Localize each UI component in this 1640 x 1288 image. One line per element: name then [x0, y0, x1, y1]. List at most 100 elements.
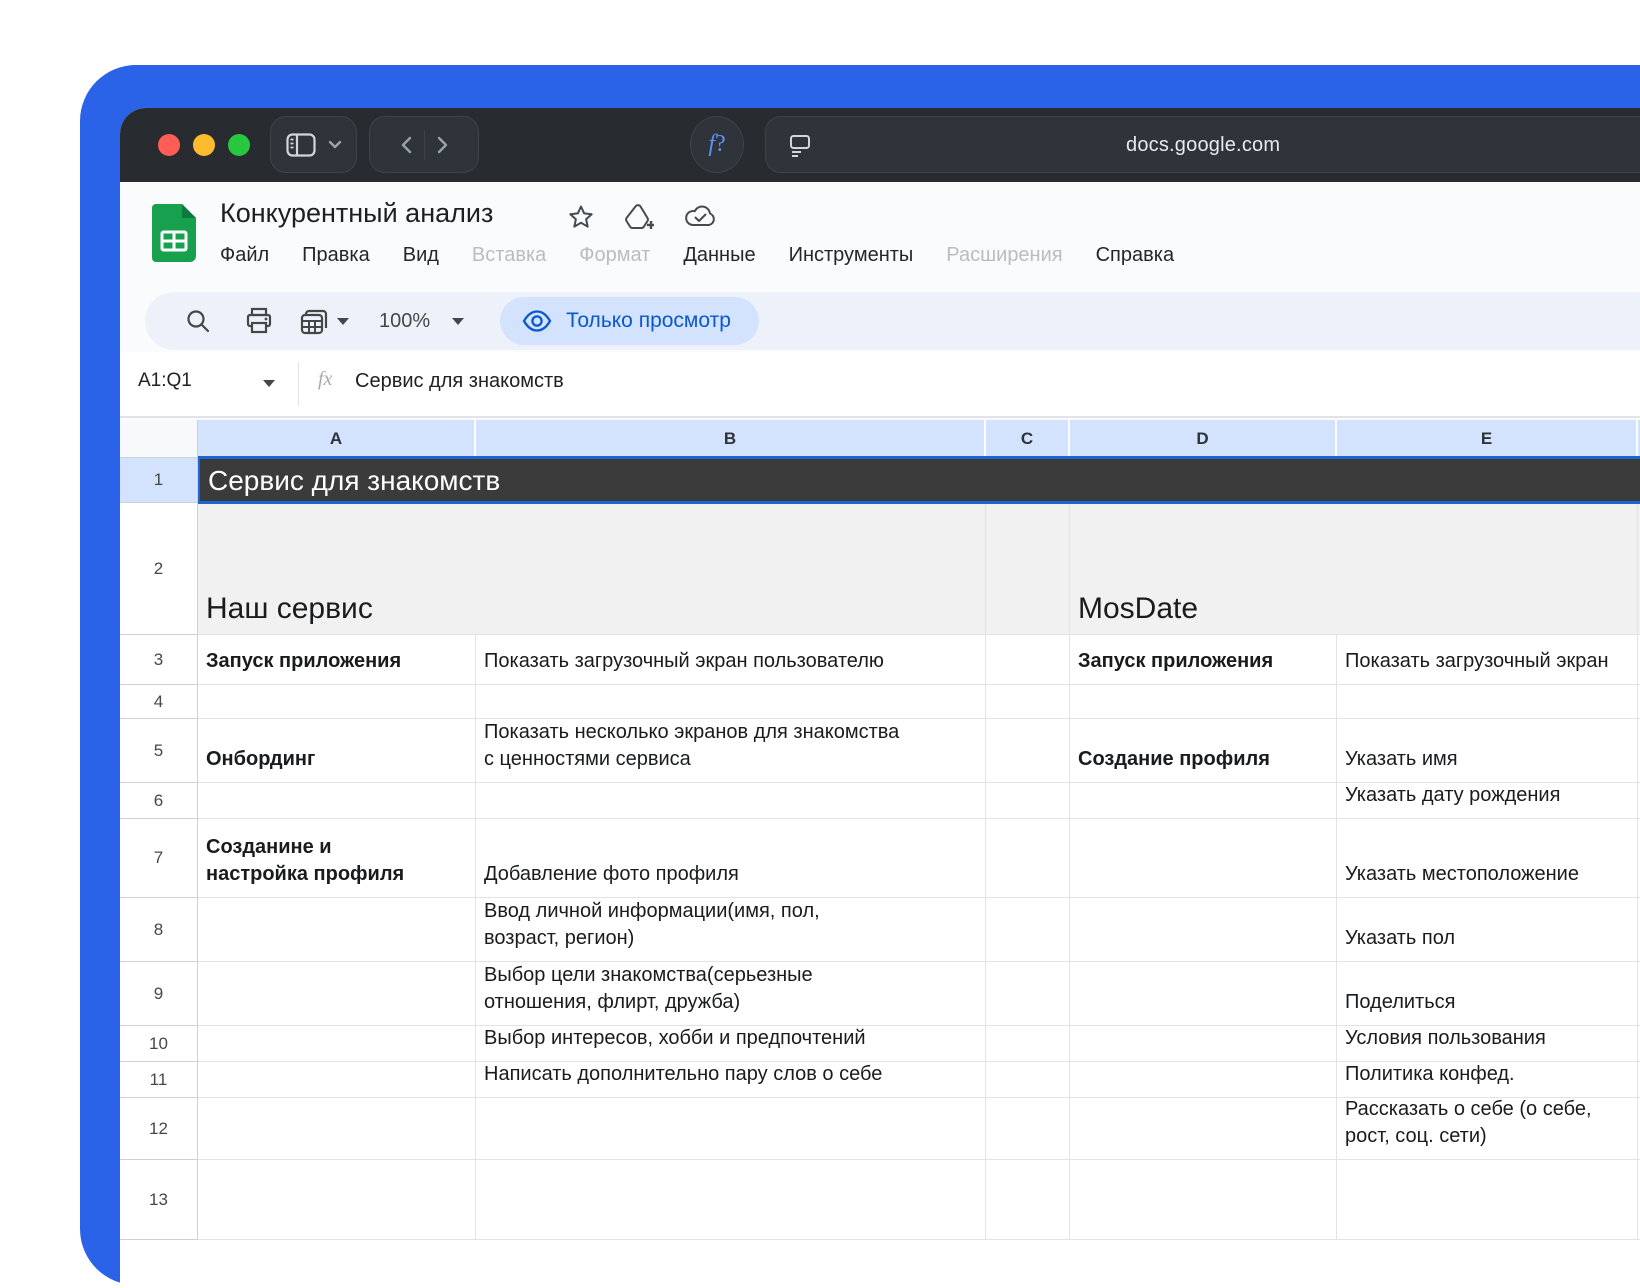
cell-e6[interactable]: Указать дату рождения: [1337, 783, 1638, 819]
cell-a13[interactable]: [198, 1160, 476, 1240]
cell-b3[interactable]: Показать загрузочный экран пользователю: [476, 635, 986, 685]
menu-tools[interactable]: Инструменты: [789, 244, 914, 267]
cell-e3[interactable]: Показать загрузочный экран: [1337, 635, 1638, 685]
sheets-logo-icon[interactable]: [152, 204, 196, 262]
cell-a12[interactable]: [198, 1098, 476, 1160]
cell-c13[interactable]: [986, 1160, 1070, 1240]
cell-b13[interactable]: [476, 1160, 986, 1240]
row-header-12[interactable]: 12: [120, 1098, 198, 1160]
cell-b6[interactable]: [476, 783, 986, 819]
cell-d11[interactable]: [1070, 1062, 1337, 1098]
cell-e8[interactable]: Указать пол: [1337, 898, 1638, 962]
forward-button[interactable]: [437, 136, 449, 154]
cell-b11[interactable]: Написать дополнительно пару слов о себе: [476, 1062, 986, 1098]
cell-a6[interactable]: [198, 783, 476, 819]
cell-c2[interactable]: [986, 503, 1070, 635]
view-only-button[interactable]: Только просмотр: [500, 297, 759, 345]
name-box-caret-icon[interactable]: [263, 380, 275, 387]
cell-e7[interactable]: Указать местоположение: [1337, 819, 1638, 898]
row-header-9[interactable]: 9: [120, 962, 198, 1026]
cell-c6[interactable]: [986, 783, 1070, 819]
paint-format-icon[interactable]: [299, 306, 329, 336]
cell-e13[interactable]: [1337, 1160, 1638, 1240]
cell-c3[interactable]: [986, 635, 1070, 685]
move-to-drive-icon[interactable]: [624, 204, 654, 231]
row-header-10[interactable]: 10: [120, 1026, 198, 1062]
sidebar-toggle-button[interactable]: [270, 116, 357, 173]
column-header-e[interactable]: E: [1337, 420, 1638, 458]
paint-format-caret-icon[interactable]: [337, 317, 349, 325]
cell-d8[interactable]: [1070, 898, 1337, 962]
row-header-13[interactable]: 13: [120, 1160, 198, 1240]
search-icon[interactable]: [185, 308, 211, 334]
cell-a4[interactable]: [198, 685, 476, 719]
select-all-corner[interactable]: [120, 420, 198, 458]
cell-d10[interactable]: [1070, 1026, 1337, 1062]
reader-icon[interactable]: [788, 133, 812, 157]
cell-b12[interactable]: [476, 1098, 986, 1160]
cell-a7[interactable]: Созданине и настройка профиля: [198, 819, 476, 898]
cell-d12[interactable]: [1070, 1098, 1337, 1160]
formula-bar-value[interactable]: Сервис для знакомств: [355, 370, 564, 393]
cell-e4[interactable]: [1337, 685, 1638, 719]
cell-b5[interactable]: Показать несколько экранов для знакомств…: [476, 719, 986, 783]
cell-a1-title[interactable]: Сервис для знакомств: [198, 458, 1640, 503]
row-header-6[interactable]: 6: [120, 783, 198, 819]
zoom-level[interactable]: 100%: [379, 310, 430, 333]
cell-c4[interactable]: [986, 685, 1070, 719]
cell-d4[interactable]: [1070, 685, 1337, 719]
cell-e11[interactable]: Политика конфед.: [1337, 1062, 1638, 1098]
cell-a3[interactable]: Запуск приложения: [198, 635, 476, 685]
address-bar[interactable]: docs.google.com: [765, 116, 1640, 173]
name-box[interactable]: A1:Q1: [138, 370, 192, 392]
cell-d13[interactable]: [1070, 1160, 1337, 1240]
row-header-3[interactable]: 3: [120, 635, 198, 685]
cell-our-service[interactable]: Наш сервис: [198, 503, 986, 635]
cell-e10[interactable]: Условия пользования: [1337, 1026, 1638, 1062]
cell-d3[interactable]: Запуск приложения: [1070, 635, 1337, 685]
menu-help[interactable]: Справка: [1096, 244, 1174, 267]
star-icon[interactable]: [568, 204, 594, 231]
cell-c8[interactable]: [986, 898, 1070, 962]
row-header-8[interactable]: 8: [120, 898, 198, 962]
cell-b7[interactable]: Добавление фото профиля: [476, 819, 986, 898]
cell-c5[interactable]: [986, 719, 1070, 783]
close-window-button[interactable]: [158, 134, 180, 156]
cell-a8[interactable]: [198, 898, 476, 962]
zoom-window-button[interactable]: [228, 134, 250, 156]
cloud-saved-icon[interactable]: [684, 204, 716, 231]
cell-c10[interactable]: [986, 1026, 1070, 1062]
cell-mosdate[interactable]: MosDate: [1070, 503, 1638, 635]
menu-edit[interactable]: Правка: [302, 244, 370, 267]
minimize-window-button[interactable]: [193, 134, 215, 156]
row-header-1[interactable]: 1: [120, 458, 198, 503]
cell-c12[interactable]: [986, 1098, 1070, 1160]
menu-view[interactable]: Вид: [403, 244, 439, 267]
cell-b8[interactable]: Ввод личной информации(имя, пол, возраст…: [476, 898, 986, 962]
cell-e12[interactable]: Рассказать о себе (о себе, рост, соц. се…: [1337, 1098, 1638, 1160]
cell-c7[interactable]: [986, 819, 1070, 898]
row-header-7[interactable]: 7: [120, 819, 198, 898]
column-header-d[interactable]: D: [1070, 420, 1337, 458]
document-title[interactable]: Конкурентный анализ: [220, 198, 493, 229]
cell-c11[interactable]: [986, 1062, 1070, 1098]
extension-fn-button[interactable]: f?: [690, 116, 744, 173]
cell-d6[interactable]: [1070, 783, 1337, 819]
column-header-c[interactable]: C: [986, 420, 1070, 458]
cell-d7[interactable]: [1070, 819, 1337, 898]
cell-d5[interactable]: Создание профиля: [1070, 719, 1337, 783]
cell-c9[interactable]: [986, 962, 1070, 1026]
column-header-b[interactable]: B: [476, 420, 986, 458]
row-header-5[interactable]: 5: [120, 719, 198, 783]
menu-file[interactable]: Файл: [220, 244, 269, 267]
column-header-a[interactable]: A: [198, 420, 476, 458]
print-icon[interactable]: [245, 307, 273, 335]
cell-b9[interactable]: Выбор цели знакомства(серьезные отношени…: [476, 962, 986, 1026]
cell-a10[interactable]: [198, 1026, 476, 1062]
cell-a11[interactable]: [198, 1062, 476, 1098]
cell-b4[interactable]: [476, 685, 986, 719]
back-button[interactable]: [400, 136, 412, 154]
cell-e5[interactable]: Указать имя: [1337, 719, 1638, 783]
cell-a9[interactable]: [198, 962, 476, 1026]
cell-d9[interactable]: [1070, 962, 1337, 1026]
